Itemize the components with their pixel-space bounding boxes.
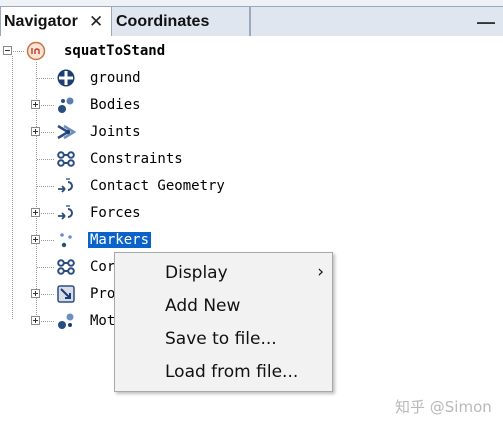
tree-node-label: ground [90,70,141,86]
tree-node-label: Bodies [90,97,141,113]
tree-connector [37,267,55,268]
joints-icon [57,124,76,140]
tree-node-bodies[interactable]: Bodies [0,92,503,119]
tree-connector [41,132,55,133]
controllers-icon [57,259,75,275]
tree-connector [41,105,55,106]
tab-navigator[interactable]: Navigator ✕ [0,6,112,36]
tab-bar-filler: — [250,6,503,36]
tree-node-label: Contact Geometry [90,178,225,194]
probes-icon [57,285,75,303]
menu-item-display[interactable]: Display › [115,257,332,289]
menu-item-label: Load from file... [165,362,299,382]
tree-node-label: Pro [90,286,116,302]
tree-node-label: squatToStand [64,43,166,59]
menu-item-save-to-file[interactable]: Save to file... [115,323,332,355]
tree-node-contact-geometry[interactable]: Contact Geometry [0,173,503,200]
tree-connector [37,78,55,79]
tab-coordinates-label: Coordinates [116,12,210,30]
expand-toggle-icon[interactable] [31,127,40,136]
expand-toggle-icon[interactable] [31,289,40,298]
tree-connector [37,186,55,187]
constraints-icon [57,151,75,167]
tree-node-forces[interactable]: Forces [0,200,503,227]
tree-node-root[interactable]: squatToStand [0,38,503,65]
forces-icon [58,205,73,220]
tree-node-joints[interactable]: Joints [0,119,503,146]
tree-node-constraints[interactable]: Constraints [0,146,503,173]
contact-geometry-icon [58,178,73,193]
context-menu: Display › Add New Save to file... Load f… [114,252,333,392]
tree-node-ground[interactable]: ground [0,65,503,92]
submenu-arrow-icon: › [317,262,324,282]
menu-item-label: Add New [165,296,241,316]
panel-tab-bar: Navigator ✕ Coordinates — [0,0,503,36]
collapse-toggle-icon[interactable] [3,46,12,55]
tree-connector [41,240,55,241]
tree-connector [41,213,55,214]
menu-item-load-from-file[interactable]: Load from file... [115,356,332,388]
tab-coordinates[interactable]: Coordinates [112,6,250,36]
tree-connector [41,321,55,322]
tree-node-label: Cor [90,259,116,275]
close-icon[interactable]: ✕ [89,12,103,32]
watermark: 知乎 @Simon [395,398,492,416]
tree-connector [13,51,25,52]
bodies-icon [58,97,74,113]
model-icon [26,41,46,61]
menu-item-label: Display [165,263,228,283]
tree-node-label-selected: Markers [86,231,153,249]
expand-toggle-icon[interactable] [31,235,40,244]
tab-navigator-label: Navigator [4,12,78,30]
tree-connector [41,294,55,295]
expand-toggle-icon[interactable] [31,208,40,217]
minimize-icon[interactable]: — [477,12,495,33]
tree-node-label: Joints [90,124,141,140]
tree-node-label: Mot [90,313,116,329]
tree-node-markers[interactable]: Markers [0,227,503,254]
menu-item-add-new[interactable]: Add New [115,290,332,322]
expand-toggle-icon[interactable] [31,316,40,325]
tree-connector [37,159,55,160]
markers-icon [60,233,72,248]
tree-node-label: Constraints [90,151,183,167]
ground-icon [57,69,75,87]
menu-item-label: Save to file... [165,329,277,349]
tree-node-label: Forces [90,205,141,221]
expand-toggle-icon[interactable] [31,100,40,109]
motions-icon [58,313,74,329]
